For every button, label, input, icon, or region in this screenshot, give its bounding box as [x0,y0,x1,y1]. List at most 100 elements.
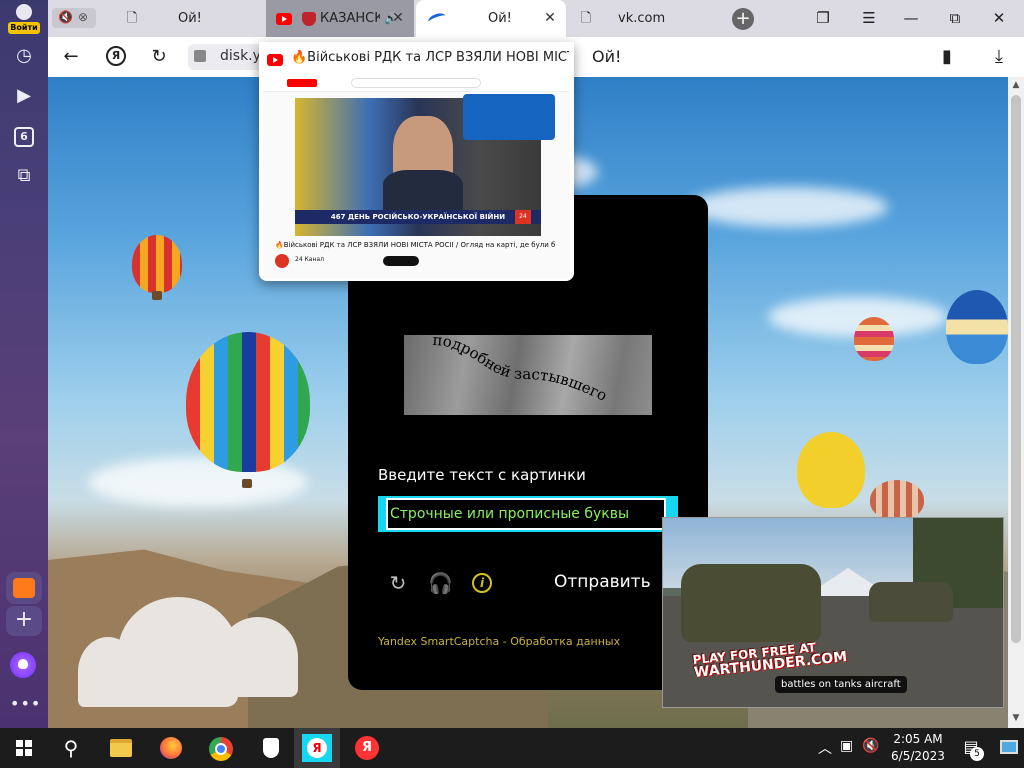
video-ad[interactable]: PLAY FOR FREE AT WARTHUNDER.COM battles … [662,517,1004,708]
shield-icon [302,11,316,26]
volume-mute-icon[interactable]: 🔇 [862,738,879,754]
more-icon[interactable]: ••• [10,694,40,713]
preview-title: 🔥Військові РДК та ЛСР ВЗЯЛИ НОВІ МІСТА Р… [291,50,569,65]
yandex-icon: Я [355,736,379,760]
preview-notification [463,94,555,140]
scroll-down-icon[interactable]: ▼ [1011,713,1021,723]
mail-button[interactable] [6,572,42,604]
omnibox[interactable]: disk.y [188,44,268,70]
url-text: disk.y [220,48,261,64]
page-icon: 🗋 [580,10,592,26]
youtube-icon [267,54,283,66]
download-icon[interactable]: ⤓ [986,45,1012,69]
back-button[interactable]: ← [58,45,84,69]
mail-icon [13,578,35,598]
channel-logo-icon: 24 [515,210,531,224]
media-icon[interactable]: ▶ [12,84,36,108]
taskbar-yandex[interactable]: Я [344,728,390,768]
minimize-icon[interactable]: — [898,6,924,30]
tab-title: КАЗАНСКИЙ [320,11,380,26]
taskbar-explorer[interactable] [98,728,144,768]
captcha-footer-link[interactable]: Yandex SmartCaptcha - Обработка данных [378,635,620,648]
headphones-icon[interactable]: 🎧 [428,571,453,595]
preview-subscribe [383,256,419,266]
youtube-icon [276,12,292,25]
captcha-prompt: Введите текст с картинки [378,466,586,484]
taskbar-yandex-browser[interactable]: Я [294,728,340,768]
history-icon[interactable]: ◷ [12,44,36,68]
tab-vk[interactable]: 🗋 vk.com [570,0,718,37]
tab-youtube[interactable]: КАЗАНСКИЙ 🔊 ✕ [266,0,414,37]
search-icon[interactable]: ⚲ [58,736,84,760]
captcha-image: подробней застывшего [404,335,652,415]
mute-icon: ⊗ [78,10,89,24]
tabs-counter-icon[interactable]: 6 [14,127,34,147]
preview-video-title: 🔥Військові РДК та ЛСР ВЗЯЛИ НОВІ МІСТА Р… [275,241,555,249]
captcha-text: подробней застывшего [432,335,610,405]
scroll-up-icon[interactable]: ▲ [1011,80,1021,90]
menu-icon[interactable]: ☰ [856,6,882,30]
tank-image [869,582,953,622]
channel-avatar-icon [275,254,289,268]
tab-oy-1[interactable]: 🗋 Ой! [116,0,264,37]
show-desktop-icon[interactable] [1000,740,1018,754]
captcha-input[interactable] [386,498,666,530]
notification-count: 5 [970,747,984,761]
chrome-icon [209,737,233,761]
windows-icon [16,740,32,756]
taskbar-firefox[interactable] [148,728,194,768]
balloon-image [186,332,310,472]
notifications-icon[interactable]: ▤ 5 [960,737,984,761]
tab-title: Ой! [488,11,512,26]
preview-channel-name: 24 Канал [295,256,324,263]
user-avatar-icon [16,4,32,20]
tab-preview-popup[interactable]: 🔥Військові РДК та ЛСР ВЗЯЛИ НОВІ МІСТА Р… [259,42,574,281]
add-icon[interactable]: + [6,606,42,636]
shield-icon [263,738,279,758]
network-icon[interactable]: ▣ [840,738,853,754]
preview-screenshot: 467 ДЕНЬ РОСІЙСЬКО-УКРАЇНСЬКОЇ ВІЙНИ 24 … [263,74,570,278]
captcha-input-frame [378,496,678,532]
login-label: Войти [8,22,40,34]
page-scrollbar[interactable]: ▲ ▼ [1008,77,1024,728]
scrollbar-thumb[interactable] [1011,95,1021,643]
restore-icon[interactable]: ⧉ [942,6,968,30]
tab-oy-active[interactable]: Ой! ✕ [416,0,566,37]
new-tab-button[interactable]: + [732,8,754,30]
close-tab-icon[interactable]: ✕ [390,10,406,26]
tank-image [681,564,821,642]
lock-icon[interactable] [194,50,206,62]
yandex-home-button[interactable]: Я [106,46,126,66]
screenshot-icon[interactable]: ⧉ [12,164,36,188]
tab-title: Ой! [178,11,202,26]
taskbar-security[interactable] [248,728,294,768]
balloon-image [946,290,1008,364]
login-button[interactable]: Войти [8,4,40,34]
tab-title: vk.com [618,11,666,26]
alice-icon[interactable] [10,652,36,678]
ad-tagline: battles on tanks aircraft [775,676,907,693]
clock[interactable]: 2:05 AM 6/5/2023 [888,731,948,765]
balloon-image [132,235,182,293]
bookmark-icon[interactable]: ▮ [934,45,960,69]
close-tab-icon[interactable]: ✕ [542,10,558,26]
start-button[interactable] [0,728,46,768]
refresh-icon[interactable]: ↻ [386,571,410,595]
reload-button[interactable]: ↻ [146,45,172,69]
preview-video-caption: 467 ДЕНЬ РОСІЙСЬКО-УКРАЇНСЬКОЇ ВІЙНИ [295,210,541,224]
chevron-up-icon[interactable]: ︿ [818,738,832,758]
close-window-icon[interactable]: ✕ [986,6,1012,30]
firefox-icon [160,737,182,759]
tab-bar: 🔇 ⊗ 🗋 Ой! КАЗАНСКИЙ 🔊 ✕ Ой! ✕ 🗋 vk.com +… [48,0,1024,37]
yandex-browser-icon: Я [302,734,332,762]
muted-tabs-group[interactable]: 🔇 ⊗ [52,8,96,28]
mute-icon: 🔇 [58,10,73,24]
info-icon[interactable]: i [472,573,492,593]
balloon-image [797,432,865,508]
taskbar-chrome[interactable] [198,728,244,768]
balloon-image [854,317,894,361]
submit-button[interactable]: Отправить [554,572,651,592]
browser-sidebar: Войти ◷ ▶ 6 ⧉ + ••• [0,0,48,728]
collections-icon[interactable]: ❐ [810,6,836,30]
balloon-image [870,480,924,520]
